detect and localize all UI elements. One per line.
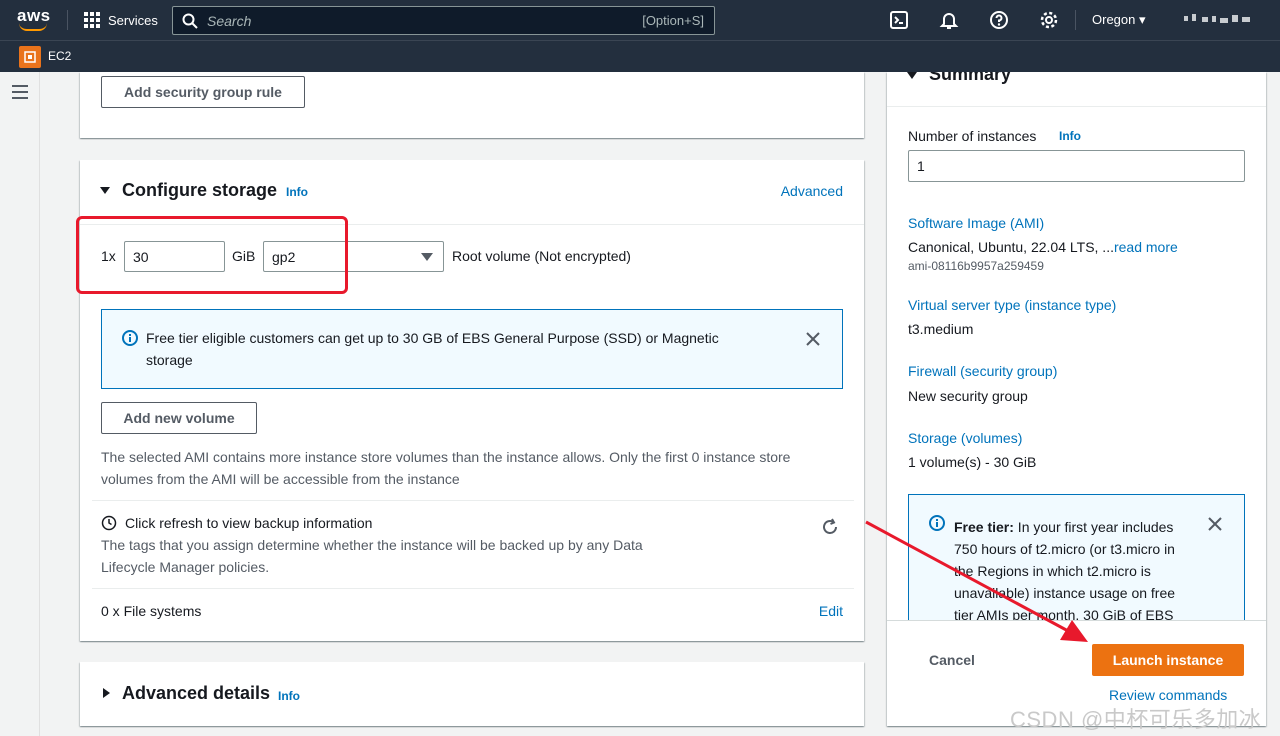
annotation-arrow (865, 520, 1088, 642)
watermark-text: CSDN @中杯可乐多加冰 (1010, 707, 1262, 732)
